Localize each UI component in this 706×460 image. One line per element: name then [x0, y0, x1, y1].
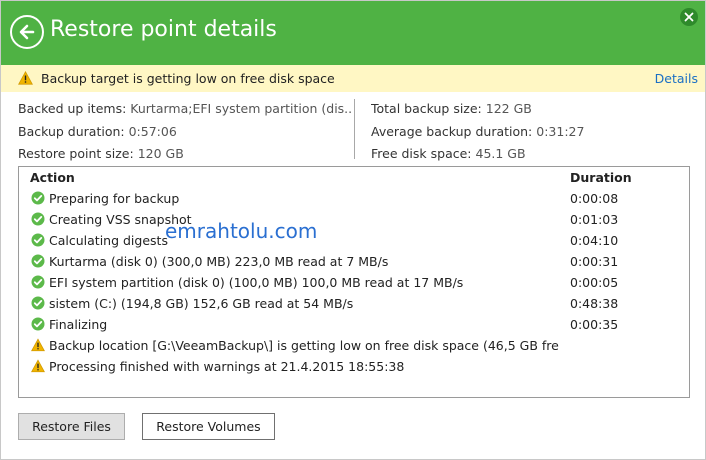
row-duration-text: 0:04:10 [570, 233, 619, 248]
row-action-text: Calculating digests [49, 233, 168, 248]
row-action-text: Kurtarma (disk 0) (300,0 MB) 223,0 MB re… [49, 254, 389, 269]
row-duration-text: 0:00:31 [570, 254, 619, 269]
row-action-text: EFI system partition (disk 0) (100,0 MB)… [49, 275, 464, 290]
backed-up-items-row: Backed up items: Kurtarma;EFI system par… [18, 98, 353, 121]
row-action-text: Processing finished with warnings at 21.… [49, 359, 405, 374]
info-value: 120 GB [137, 146, 184, 161]
info-label: Total backup size: [371, 101, 482, 116]
row-duration-text: 0:00:08 [570, 191, 619, 206]
back-button[interactable] [10, 15, 44, 49]
warning-text: Backup target is getting low on free dis… [41, 71, 335, 86]
details-link[interactable]: Details [655, 71, 698, 86]
row-duration-text: 0:00:35 [570, 317, 619, 332]
restore-volumes-button[interactable]: Restore Volumes [142, 413, 275, 440]
info-left-panel: Backed up items: Kurtarma;EFI system par… [18, 98, 353, 166]
info-value: Kurtarma;EFI system partition (dis... [130, 101, 353, 116]
info-value: 122 GB [485, 101, 532, 116]
table-row[interactable]: Calculating digests 0:04:10 [19, 230, 689, 251]
info-label: Backup duration: [18, 123, 125, 139]
row-action-text: Creating VSS snapshot [49, 212, 192, 227]
close-icon [684, 12, 694, 22]
row-action-text: Preparing for backup [49, 191, 180, 206]
info-label: Restore point size: [18, 146, 134, 161]
total-backup-size-row: Total backup size: 122 GB [371, 98, 691, 121]
row-action-text: Backup location [G:\VeeamBackup\] is get… [49, 338, 559, 353]
success-check-icon [31, 212, 45, 226]
warning-icon [31, 338, 45, 352]
success-check-icon [31, 317, 45, 331]
info-label: Average backup duration: [371, 123, 533, 139]
table-row[interactable]: Processing finished with warnings at 21.… [19, 356, 689, 377]
warning-icon [31, 359, 45, 373]
success-check-icon [31, 233, 45, 247]
restore-point-size-row: Restore point size: 120 GB [18, 143, 353, 166]
row-duration-text: 0:48:38 [570, 296, 619, 311]
close-button[interactable] [680, 8, 698, 26]
title-bar: Restore point details [1, 1, 705, 65]
free-disk-space-row: Free disk space: 45.1 GB [371, 143, 691, 166]
info-label: Backed up items: [18, 101, 127, 116]
info-right-panel: Total backup size: 122 GB Average backup… [371, 98, 691, 166]
table-row[interactable]: Finalizing 0:00:35 [19, 314, 689, 335]
warning-icon [18, 71, 33, 85]
action-log-table[interactable]: Action Duration Preparing for backup 0:00… [18, 166, 690, 398]
restore-files-button[interactable]: Restore Files [18, 413, 125, 440]
success-check-icon [31, 191, 45, 205]
table-row[interactable]: Creating VSS snapshot 0:01:03 [19, 209, 689, 230]
table-row[interactable]: sistem (C:) (194,8 GB) 152,6 GB read at … [19, 293, 689, 314]
table-row[interactable]: Preparing for backup 0:00:08 [19, 188, 689, 209]
row-duration-text: 0:00:05 [570, 275, 619, 290]
average-backup-duration-row: Average backup duration: 0:31:27 [371, 121, 691, 144]
info-divider [354, 99, 355, 159]
success-check-icon [31, 275, 45, 289]
table-row[interactable]: Kurtarma (disk 0) (300,0 MB) 223,0 MB re… [19, 251, 689, 272]
window-title: Restore point details [50, 17, 277, 42]
success-check-icon [31, 296, 45, 310]
row-action-text: sistem (C:) (194,8 GB) 152,6 GB read at … [49, 296, 354, 311]
arrow-left-icon [19, 24, 35, 40]
table-row[interactable]: EFI system partition (disk 0) (100,0 MB)… [19, 272, 689, 293]
table-row[interactable]: Backup location [G:\VeeamBackup\] is get… [19, 335, 689, 356]
warning-bar: Backup target is getting low on free dis… [1, 65, 705, 92]
info-label: Free disk space: [371, 146, 472, 161]
column-header-action[interactable]: Action [30, 170, 75, 185]
info-value: 0:31:27 [536, 123, 585, 139]
backup-duration-row: Backup duration: 0:57:06 [18, 121, 353, 144]
restore-point-details-window: Restore point details Backup target is g… [0, 0, 706, 460]
info-value: 0:57:06 [128, 123, 177, 139]
table-header: Action Duration [19, 167, 689, 189]
row-duration-text: 0:01:03 [570, 212, 619, 227]
success-check-icon [31, 254, 45, 268]
info-value: 45.1 GB [475, 146, 526, 161]
column-header-duration[interactable]: Duration [570, 170, 632, 185]
row-action-text: Finalizing [49, 317, 108, 332]
